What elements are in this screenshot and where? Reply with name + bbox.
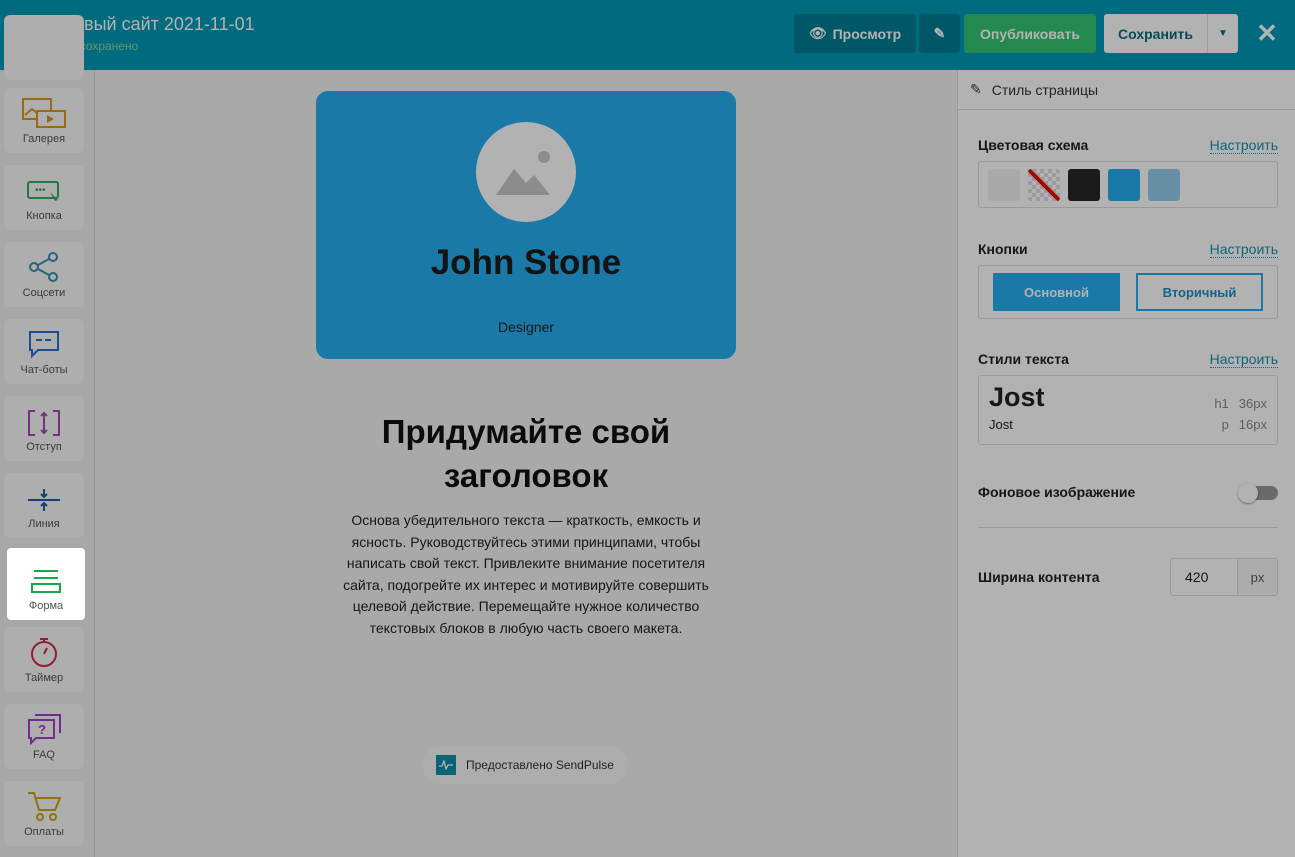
bg-image-label: Фоновое изображение [978,484,1136,500]
form-icon [31,570,61,593]
badge-label: Предоставлено SendPulse [466,758,614,772]
sidebar-item-label: Линия [28,518,60,530]
button-icon: ••• [27,181,59,201]
preview-label: Просмотр [832,25,902,42]
gallery-icon [22,98,66,128]
color-swatch[interactable] [1068,169,1100,201]
color-swatch[interactable] [988,169,1020,201]
text-styles-preview[interactable]: Jost Jost h1 36px p 16px [978,375,1278,445]
body-text[interactable]: Основа убедительного текста — краткость,… [336,510,716,639]
sidebar-item-label: Форма [28,600,64,612]
sidebar-item-label: Отступ [26,441,62,453]
sidebar-item-hidden[interactable] [4,15,84,80]
sidebar-item-payments[interactable]: Оплаты [4,781,84,846]
sidebar-item-label: Таймер [24,672,64,684]
content-width-input[interactable]: 420 [1171,559,1237,595]
configure-buttons-link[interactable]: Настроить [1209,241,1278,258]
color-swatch-transparent[interactable] [1028,169,1060,201]
width-unit: px [1237,559,1277,595]
configure-text-link[interactable]: Настроить [1209,351,1278,368]
close-icon[interactable]: ✕ [1252,14,1282,53]
powered-by-badge[interactable]: Предоставлено SendPulse [422,746,628,784]
panel-header: ✎ Стиль страницы [958,70,1295,110]
sidebar-item-social[interactable]: Соцсети [4,242,84,307]
save-dropdown-chevron-icon[interactable]: ▼ [1207,14,1238,53]
sidebar-item-label: FAQ [32,749,55,761]
spacer-icon [28,410,60,436]
buttons-section: Кнопки Настроить Основной Вторичный [978,241,1278,319]
profile-role[interactable]: Designer [316,319,736,335]
svg-text:?: ? [38,722,46,737]
paragraph-font-name: Jost [989,417,1013,432]
configure-colors-link[interactable]: Настроить [1209,137,1278,154]
image-placeholder-icon [496,151,550,195]
publish-button[interactable]: Опубликовать [964,14,1096,53]
color-swatch[interactable] [1148,169,1180,201]
page-style-panel: ✎ Стиль страницы Цветовая схема Настроить … [957,70,1295,857]
cart-icon [28,792,61,821]
primary-button-preview[interactable]: Основной [993,273,1120,311]
h1-size: 36px [1238,396,1267,411]
sidebar-item-gallery[interactable]: Галерея [4,88,84,153]
sidebar-item-label: Чат-боты [20,364,68,376]
color-swatch[interactable] [1108,169,1140,201]
timer-icon [31,638,57,667]
page-style-button[interactable]: ✎ [919,14,960,53]
section-title: Стили текста [978,351,1069,367]
p-size: 16px [1238,417,1267,432]
sidebar-item-line[interactable]: Линия [4,473,84,538]
h1-label: h1 [1214,396,1229,411]
sidebar-item-spacer[interactable]: Отступ [4,396,84,461]
blocks-sidebar: Галерея ••• Кнопка Соцсети Чат-боты Отсту… [0,15,95,857]
profile-card[interactable]: John Stone Designer [316,91,736,359]
faq-icon: ? [28,714,61,745]
p-label: p [1221,417,1229,432]
preview-button[interactable]: 👁 Просмотр [794,14,916,53]
panel-title: Стиль страницы [991,81,1099,98]
page-canvas: John Stone Designer Придумайте свой заго… [96,70,957,857]
share-icon [29,252,58,282]
sidebar-item-label: Кнопка [26,210,62,222]
chat-icon [29,331,59,359]
divider-icon [28,489,60,511]
sendpulse-logo-icon [436,755,456,775]
pencil-ruler-icon: ✎ [970,81,982,97]
pencil-ruler-icon: ✎ [933,25,946,41]
sidebar-item-label: Оплаты [24,826,64,838]
content-width-section: Ширина контента 420 px [978,558,1278,596]
site-title[interactable]: Новый сайт 2021-11-01 [61,14,255,35]
svg-text:•••: ••• [35,185,46,196]
avatar[interactable] [476,122,576,222]
secondary-button-preview[interactable]: Вторичный [1136,273,1263,311]
bg-image-section: Фоновое изображение [978,483,1278,528]
sidebar-item-label: Галерея [22,133,66,145]
profile-name[interactable]: John Stone [316,243,736,283]
headline[interactable]: Придумайте свой заголовок [316,410,736,498]
text-styles-section: Стили текста Настроить Jost Jost h1 36px p… [978,351,1278,445]
sidebar-item-form[interactable]: Форма [7,548,85,620]
color-scheme-section: Цветовая схема Настроить [978,137,1278,208]
sidebar-item-timer[interactable]: Таймер [4,627,84,692]
top-bar: Новый сайт 2021-11-01 Не сохранено 👁 Прос… [0,0,1295,70]
sidebar-item-button[interactable]: ••• Кнопка [4,165,84,230]
bg-image-toggle[interactable] [1238,483,1278,503]
section-title: Цветовая схема [978,137,1089,153]
save-button[interactable]: Сохранить [1104,14,1207,53]
eye-icon: 👁 [808,25,827,41]
sidebar-item-faq[interactable]: ? FAQ [4,704,84,769]
sidebar-item-chatbots[interactable]: Чат-боты [4,319,84,384]
heading-font-name: Jost [989,382,1045,412]
content-width-label: Ширина контента [978,569,1100,585]
section-title: Кнопки [978,241,1028,257]
sidebar-item-label: Соцсети [22,287,66,299]
